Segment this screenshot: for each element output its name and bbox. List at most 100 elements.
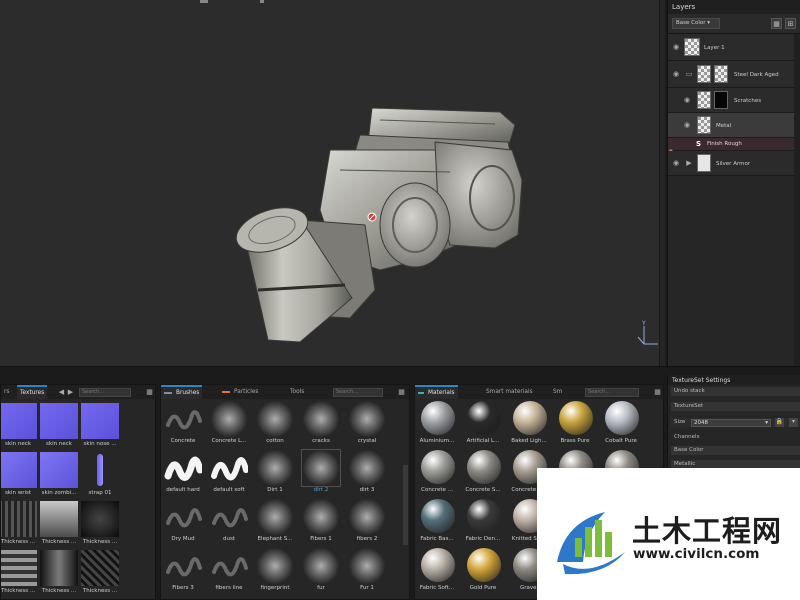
texture-thumbnail [81,403,119,439]
brush-label: default hard [166,487,200,493]
texture-item[interactable]: Thickness ... [81,499,121,547]
brush-preview [302,548,340,584]
brush-item[interactable]: Dirt 1 [253,448,297,497]
folder-icon[interactable]: ▶ [685,159,693,167]
material-item[interactable]: Artificial L... [461,399,505,448]
textures-search-input[interactable]: Search... [79,388,131,397]
tab-materials[interactable]: Materials [415,385,458,399]
channel-select[interactable]: Base Color ▾ [672,18,720,29]
materials-search-input[interactable]: Search... [585,388,639,397]
brush-item[interactable]: default soft [207,448,251,497]
brush-item[interactable]: Concrete L... [207,399,251,448]
material-item[interactable]: Aluminium... [415,399,459,448]
material-item[interactable]: Baked Ligh... [507,399,551,448]
brush-item[interactable]: Fur 1 [345,546,389,595]
layer-row-selected[interactable]: ◉ Metal [668,113,800,138]
brush-item[interactable]: dirt 3 [345,448,389,497]
brush-preview [256,499,294,535]
layer-row[interactable]: ◉ Layer 1 [668,34,800,61]
texture-item[interactable]: Thickness ... [40,499,80,547]
layer-row[interactable]: ◉ ▭ Steel Dark Aged [668,61,800,88]
brush-item[interactable]: Dry Mud [161,497,205,546]
texture-item[interactable]: skin nose ... [81,401,121,449]
visibility-eye-icon[interactable]: ◉ [683,96,691,104]
material-label: Fabric Bas... [420,536,454,542]
viewport-scrollbar[interactable] [659,0,665,366]
material-item[interactable]: Fabric Den... [461,497,505,546]
brush-item[interactable]: cracks [299,399,343,448]
view-grid-icon[interactable]: ▦ [397,388,406,397]
material-item[interactable]: Cobalt Pure [599,399,643,448]
textureset-row[interactable]: TextureSet [671,402,800,411]
brush-item[interactable]: Concrete [161,399,205,448]
mech-model[interactable] [0,0,665,366]
visibility-eye-icon[interactable]: ◉ [672,159,680,167]
tab-particles[interactable]: Particles [219,385,261,399]
tab-partial[interactable]: rs [1,385,12,399]
brush-preview [256,450,294,486]
brush-item[interactable]: dirt 2 [299,448,343,497]
texture-label: Thickness ... [0,588,36,594]
brush-item[interactable]: fur [299,546,343,595]
material-item[interactable]: Fabric Soft... [415,546,459,595]
channel-base-color[interactable]: Base Color [671,446,800,455]
tab-brushes[interactable]: Brushes [161,385,203,399]
brush-item[interactable]: fibers 2 [345,497,389,546]
texture-item[interactable]: skin neck [40,401,80,449]
texture-label: skin nose ... [83,441,117,447]
texture-item[interactable]: Thickness ... [1,499,39,547]
visibility-eye-icon[interactable]: ◉ [672,70,680,78]
add-layer-icon[interactable]: ▦ [771,18,782,29]
prev-tab-icon[interactable]: ◀ [57,388,66,397]
dock-splitter[interactable] [0,366,800,375]
texture-label: skin wrist [4,490,32,496]
material-item[interactable]: Fabric Bas... [415,497,459,546]
texture-item[interactable]: skin neck [1,401,39,449]
material-label: Fabric Soft... [419,585,455,591]
undo-stack-row[interactable]: Undo stack [671,387,800,396]
3d-viewport[interactable]: Y [0,0,665,366]
texture-item[interactable]: Thickness ... [81,548,121,596]
brush-item[interactable]: dust [207,497,251,546]
brush-item[interactable]: cotton [253,399,297,448]
brush-item[interactable]: Elephant S... [253,497,297,546]
brushes-scrollbar[interactable] [403,465,408,545]
material-item[interactable]: Gold Pure [461,546,505,595]
brush-item[interactable]: crystal [345,399,389,448]
size-dropdown-icon[interactable]: ▾ [789,418,798,427]
material-item[interactable]: Brass Pure [553,399,597,448]
brush-item[interactable]: fingerprint [253,546,297,595]
brush-item[interactable]: Fibers 1 [299,497,343,546]
texture-item[interactable]: strap 01 [81,450,121,498]
texture-item[interactable]: Thickness ... [40,548,80,596]
material-item[interactable]: Concrete S... [461,448,505,497]
lock-icon[interactable]: 🔒 [775,418,784,427]
effect-row[interactable]: ◉ S Finish Rough [668,138,800,155]
brush-preview [348,401,386,437]
layer-row[interactable]: ◉ ▶ Silver Armor [668,151,800,176]
visibility-eye-icon[interactable]: ◉ [683,121,691,129]
watermark-url: www.civilcn.com [633,546,760,562]
delete-layer-icon[interactable]: ⊞ [785,18,796,29]
tab-smart-masks[interactable]: Sm [550,385,565,399]
brush-item[interactable]: Fibers 3 [161,546,205,595]
brushes-search-input[interactable]: Search... [333,388,383,397]
texture-item[interactable]: Thickness ... [0,548,39,596]
tab-tools[interactable]: Tools [287,385,307,399]
layers-scrollbar[interactable] [794,34,800,366]
texture-item[interactable]: skin zombi... [40,450,80,498]
brush-item[interactable]: fibers line [207,546,251,595]
view-grid-icon[interactable]: ▦ [145,388,154,397]
texture-item[interactable]: skin wrist [1,450,39,498]
size-select[interactable]: 2048 ▾ [691,419,771,427]
material-sphere [467,450,501,484]
view-grid-icon[interactable]: ▦ [653,388,662,397]
material-item[interactable]: Concrete ... [415,448,459,497]
tab-textures[interactable]: Textures [17,385,48,399]
visibility-eye-icon[interactable]: ◉ [672,43,680,51]
tab-smart-materials[interactable]: Smart materials [483,385,536,399]
folder-icon[interactable]: ▭ [685,70,693,78]
next-tab-icon[interactable]: ▶ [66,388,75,397]
brush-item[interactable]: default hard [161,448,205,497]
layer-row[interactable]: ◉ Scratches [668,88,800,113]
